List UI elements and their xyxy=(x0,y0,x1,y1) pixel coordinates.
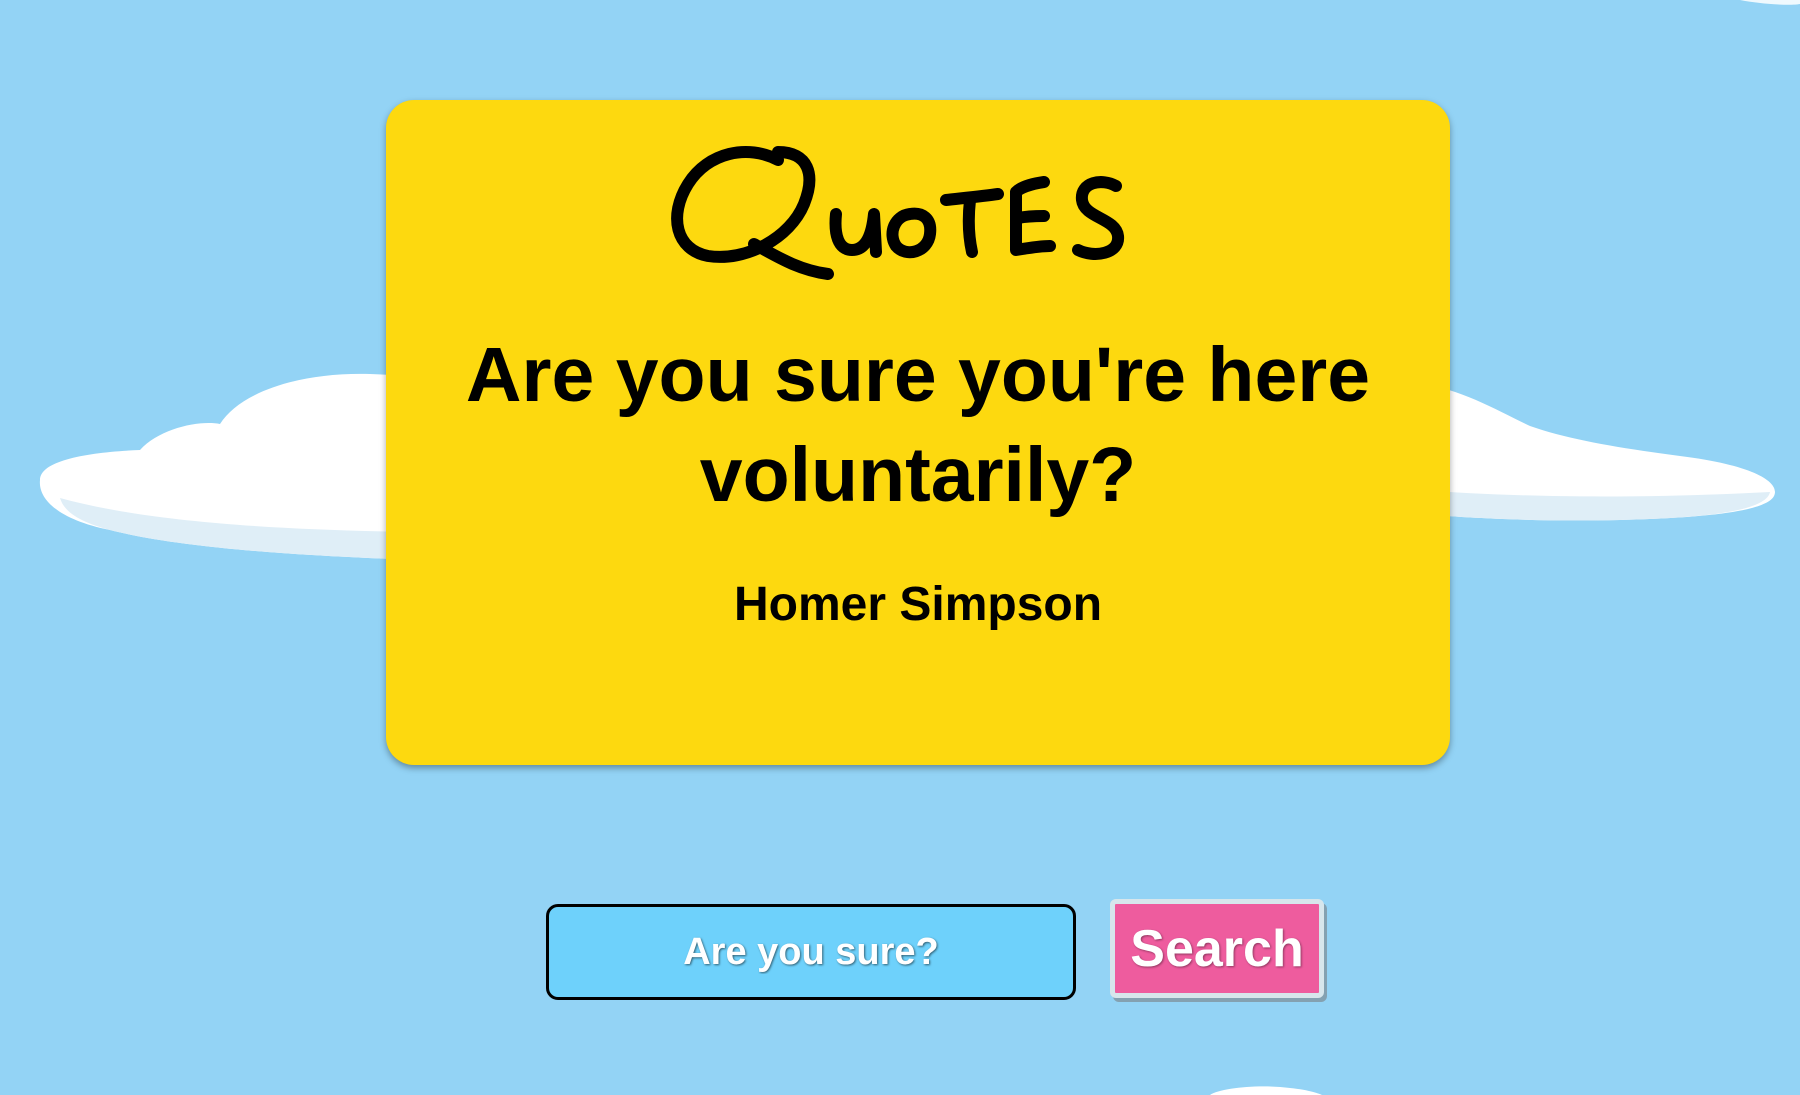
quote-card: Are you sure you're here voluntarily? Ho… xyxy=(386,100,1450,765)
quote-author: Homer Simpson xyxy=(733,578,1103,631)
cloud-icon xyxy=(1210,1086,1322,1095)
quote-text: Are you sure you're here voluntarily? xyxy=(465,332,1371,518)
search-form: Search xyxy=(546,899,1324,1003)
quotes-logo xyxy=(671,146,1124,280)
cloud-icon xyxy=(39,373,420,560)
cloud-icon xyxy=(1420,384,1775,521)
search-input[interactable] xyxy=(546,904,1076,1000)
cloud-icon xyxy=(1740,0,1800,5)
search-button[interactable]: Search xyxy=(1110,899,1324,998)
